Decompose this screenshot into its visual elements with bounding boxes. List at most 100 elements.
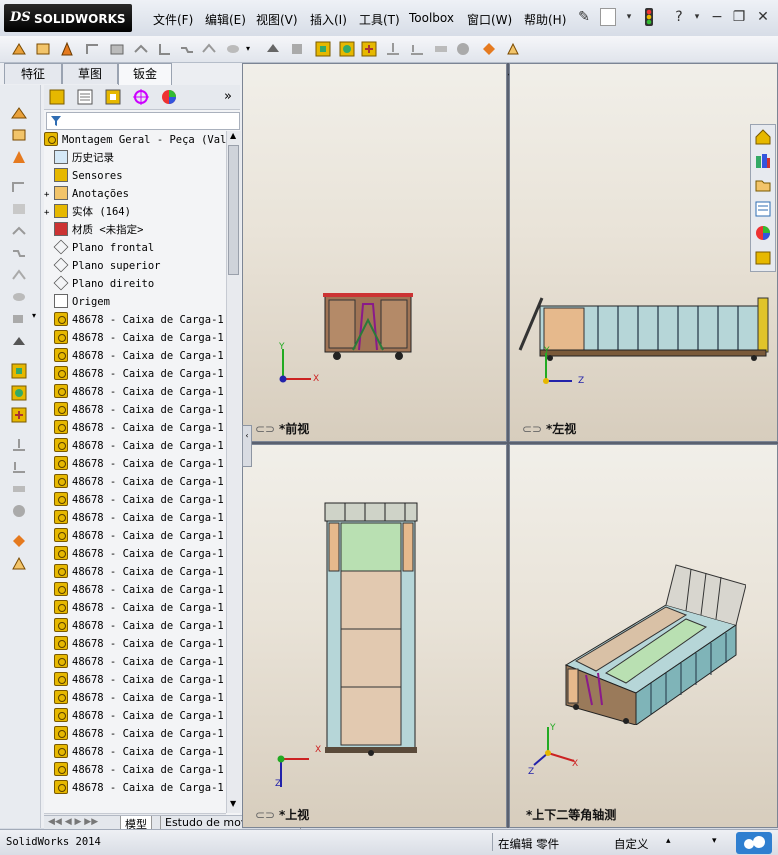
restore-icon[interactable]: ❐: [730, 8, 748, 26]
tree-item[interactable]: 历史记录: [44, 149, 226, 167]
tree-item-part-body[interactable]: 48678 - Caixa de Carga-1: [44, 761, 226, 779]
solidworks-resources-icon[interactable]: [754, 128, 772, 146]
tree-item-part-body[interactable]: 48678 - Caixa de Carga-1: [44, 743, 226, 761]
tree-item[interactable]: + Anotações: [44, 185, 226, 203]
tree-item[interactable]: Plano direito: [44, 275, 226, 293]
jog-icon[interactable]: [178, 40, 196, 58]
base-flange-icon[interactable]: [10, 105, 28, 121]
sheet-metal-base-flange-icon[interactable]: [84, 40, 102, 58]
rip-icon[interactable]: [10, 555, 28, 571]
cross-break-icon[interactable]: [224, 40, 242, 58]
no-bends-icon[interactable]: [454, 40, 472, 58]
design-library-icon[interactable]: [754, 152, 772, 170]
tree-item[interactable]: Sensores: [44, 167, 226, 185]
viewport-front[interactable]: Y X ⊂⊃ *前视: [242, 63, 507, 442]
status-units[interactable]: 自定义: [614, 836, 649, 852]
hem-icon[interactable]: [156, 40, 174, 58]
tree-item[interactable]: + 实体 (164): [44, 203, 226, 221]
insert-bends-icon[interactable]: [480, 40, 498, 58]
scroll-down-arrow-icon[interactable]: ▼: [230, 799, 236, 808]
fold-icon[interactable]: [408, 40, 426, 58]
tree-item-part-body[interactable]: 48678 - Caixa de Carga-1: [44, 545, 226, 563]
no-bends-icon[interactable]: [10, 503, 28, 519]
tree-item-part-body[interactable]: 48678 - Caixa de Carga-1: [44, 473, 226, 491]
fold-icon[interactable]: [10, 459, 28, 475]
collapse-panel-handle[interactable]: ‹: [242, 425, 252, 467]
extruded-boss-icon[interactable]: [10, 40, 28, 58]
insert-bends-icon[interactable]: [10, 533, 28, 549]
configuration-manager-icon[interactable]: [104, 88, 122, 106]
minimize-icon[interactable]: −: [708, 8, 726, 26]
tree-item-part-body[interactable]: 48678 - Caixa de Carga-1: [44, 779, 226, 797]
pin-icon[interactable]: ✎: [575, 8, 593, 26]
edge-flange-icon[interactable]: [10, 179, 28, 195]
hem-icon[interactable]: [10, 223, 28, 239]
miter-flange-icon[interactable]: [10, 201, 28, 217]
unfold-icon[interactable]: [384, 40, 402, 58]
file-explorer-icon[interactable]: [754, 176, 772, 194]
tree-item-part-body[interactable]: 48678 - Caixa de Carga-1: [44, 455, 226, 473]
tree-item-part-body[interactable]: 48678 - Caixa de Carga-1: [44, 401, 226, 419]
tree-filter-input[interactable]: [46, 112, 240, 130]
tree-vertical-scrollbar[interactable]: ▲ ▼: [226, 131, 241, 813]
tab-scroll-arrows-icon[interactable]: ◀◀ ◀ ▶ ▶▶: [48, 817, 98, 827]
menu-toolbox[interactable]: Toolbox: [409, 11, 454, 25]
jog-icon[interactable]: [10, 245, 28, 261]
edge-flange-icon[interactable]: [108, 40, 126, 58]
tree-item-part-body[interactable]: 48678 - Caixa de Carga-1: [44, 581, 226, 599]
expand-plus-icon[interactable]: +: [44, 204, 54, 221]
tree-item[interactable]: Plano frontal: [44, 239, 226, 257]
vent-icon[interactable]: [10, 407, 28, 423]
viewport-isometric[interactable]: Y X Z *上下二等角轴测: [509, 444, 778, 828]
vent-icon[interactable]: [360, 40, 378, 58]
extruded-cut-icon[interactable]: [10, 363, 28, 379]
menu-edit[interactable]: 编辑(E): [205, 11, 246, 28]
simple-hole-icon[interactable]: [338, 40, 356, 58]
chevron-down-icon[interactable]: ▾: [620, 8, 638, 26]
tree-item-part-body[interactable]: 48678 - Caixa de Carga-1: [44, 509, 226, 527]
tree-item-part-body[interactable]: 48678 - Caixa de Carga-1: [44, 491, 226, 509]
corners-icon[interactable]: [10, 311, 28, 327]
tree-item-part-body[interactable]: 48678 - Caixa de Carga-1: [44, 563, 226, 581]
tree-item-part-body[interactable]: 48678 - Caixa de Carga-1: [44, 707, 226, 725]
rip-icon[interactable]: [504, 40, 522, 58]
menu-insert[interactable]: 插入(I): [310, 11, 347, 28]
tab-sheet-metal[interactable]: 钣金: [118, 63, 172, 85]
tree-item-part-body[interactable]: 48678 - Caixa de Carga-1: [44, 329, 226, 347]
viewport-top[interactable]: X Z ⊂⊃ *上视: [242, 444, 507, 828]
tree-item-part-body[interactable]: 48678 - Caixa de Carga-1: [44, 311, 226, 329]
solidworks-logo[interactable]: DS SOLIDWORKS: [4, 4, 132, 32]
isometric-view-model[interactable]: [546, 545, 746, 725]
chevron-up-icon[interactable]: ▴: [666, 836, 671, 846]
menu-tools[interactable]: 工具(T): [359, 11, 400, 28]
chevron-right-icon[interactable]: »: [224, 89, 232, 104]
tree-root-part[interactable]: Montagem Geral - Peça (Val: [44, 131, 226, 149]
help-icon[interactable]: ?: [670, 8, 688, 26]
new-document-icon[interactable]: [600, 8, 616, 26]
chevron-down-icon[interactable]: ▾: [712, 836, 717, 846]
chevron-down-icon[interactable]: ▾: [246, 40, 264, 58]
chevron-down-icon[interactable]: ▾: [688, 8, 706, 26]
close-icon[interactable]: ✕: [754, 8, 772, 26]
tree-item-part-body[interactable]: 48678 - Caixa de Carga-1: [44, 725, 226, 743]
tree-item-part-body[interactable]: 48678 - Caixa de Carga-1: [44, 527, 226, 545]
custom-properties-icon[interactable]: [754, 248, 772, 266]
simple-hole-icon[interactable]: [10, 385, 28, 401]
forming-tool-icon[interactable]: [10, 333, 28, 349]
tree-item-part-body[interactable]: 48678 - Caixa de Carga-1: [44, 635, 226, 653]
scroll-up-arrow-icon[interactable]: ▲: [230, 131, 236, 140]
front-view-model[interactable]: [323, 290, 413, 362]
unfold-icon[interactable]: [10, 437, 28, 453]
sketched-bend-icon[interactable]: [200, 40, 218, 58]
tree-item[interactable]: Origem: [44, 293, 226, 311]
tree-item-part-body[interactable]: 48678 - Caixa de Carga-1: [44, 383, 226, 401]
sketched-bend-icon[interactable]: [10, 267, 28, 283]
menu-view[interactable]: 视图(V): [256, 11, 298, 28]
tree-item[interactable]: Plano superior: [44, 257, 226, 275]
cross-break-icon[interactable]: [10, 289, 28, 305]
viewport-left[interactable]: Y Z ⊂⊃ *左视: [509, 63, 778, 442]
menu-file[interactable]: 文件(F): [153, 11, 193, 28]
closed-corner-icon[interactable]: [288, 40, 306, 58]
tree-item-part-body[interactable]: 48678 - Caixa de Carga-1: [44, 365, 226, 383]
sweep-icon[interactable]: [58, 40, 76, 58]
